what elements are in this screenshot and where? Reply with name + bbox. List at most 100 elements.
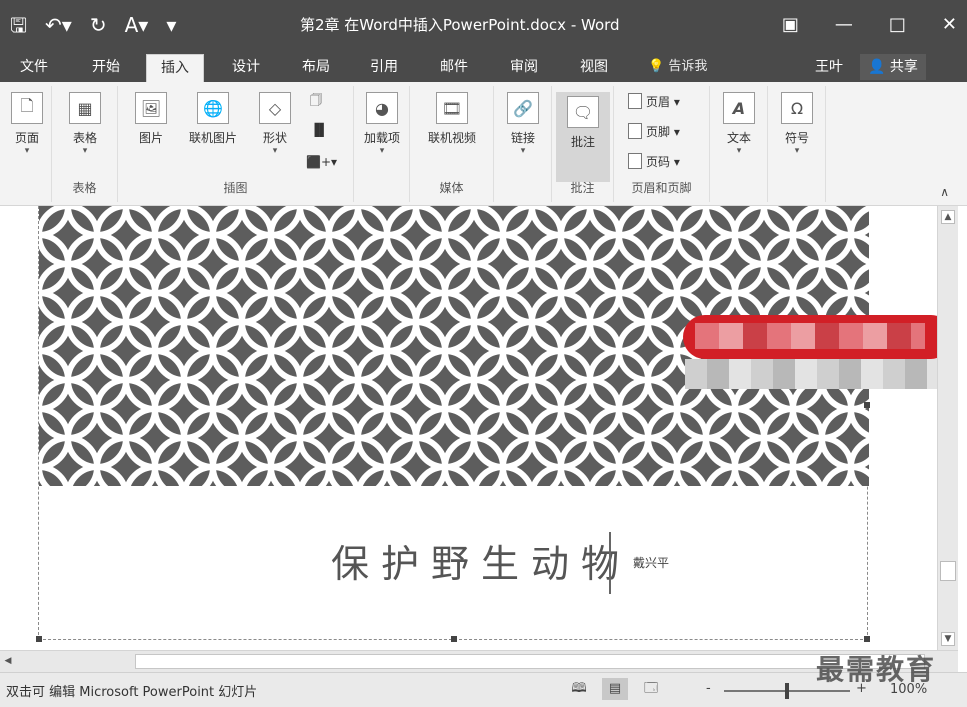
links-button[interactable]: 🔗 链接 ▾ [504, 92, 542, 156]
shapes-icon: ◇ [259, 92, 291, 124]
document-area[interactable]: 保护野生动物 戴兴平 [0, 206, 937, 650]
group-text: A 文本 ▾ [710, 86, 768, 202]
tab-references[interactable]: 引用 [356, 54, 412, 82]
share-button[interactable]: 👤 共享 [860, 54, 926, 80]
embedded-powerpoint-slide[interactable]: 保护野生动物 戴兴平 [36, 206, 870, 642]
header-label: 页眉 [646, 95, 671, 109]
title-bar: 🖫 ↶▾ ↻ A▾ ▾ 第2章 在Word中插入PowerPoint.docx … [0, 0, 967, 50]
group-addins: ◕ 加载项 ▾ [354, 86, 410, 202]
tab-review[interactable]: 审阅 [496, 54, 552, 82]
tab-mailings[interactable]: 邮件 [426, 54, 482, 82]
minimize-icon[interactable]: — [835, 8, 853, 42]
pictures-button[interactable]: 🖼 图片 [128, 92, 174, 146]
omega-icon: Ω [781, 92, 813, 124]
vertical-scrollbar[interactable]: ▲ ▼ [937, 206, 958, 650]
link-icon: 🔗 [507, 92, 539, 124]
table-label: 表格 [72, 131, 97, 145]
resize-handle[interactable] [451, 636, 457, 642]
zoom-out-button[interactable]: - [706, 681, 711, 696]
footer-button[interactable]: 页脚 ▾ [628, 122, 680, 142]
resize-handle[interactable] [36, 636, 42, 642]
tab-insert[interactable]: 插入 [146, 54, 204, 82]
text-icon: A [723, 92, 755, 124]
save-icon[interactable]: 🖫 [10, 8, 27, 42]
page-number-icon [628, 153, 642, 169]
comment-button[interactable]: 🗨 批注 [556, 92, 610, 182]
addin-icon: ◕ [366, 92, 398, 124]
tell-me-label: 告诉我 [668, 59, 708, 74]
horizontal-scrollbar[interactable]: ◀ [0, 650, 958, 672]
page-number-button[interactable]: 页码 ▾ [628, 152, 680, 172]
tab-home[interactable]: 开始 [78, 54, 134, 82]
chart-icon[interactable]: ▐▌ [310, 120, 328, 140]
text-label: 文本 [726, 131, 751, 145]
online-video-label: 联机视频 [427, 131, 476, 145]
group-tables: ▦ 表格 ▾ 表格 [52, 86, 118, 202]
online-picture-icon: 🌐 [197, 92, 229, 124]
smartart-icon[interactable]: 🗍 [310, 90, 322, 110]
undo-icon[interactable]: ↶▾ [45, 8, 72, 42]
tab-design[interactable]: 设计 [218, 54, 274, 82]
dropdown-arrow-icon: ▾ [24, 146, 30, 156]
comment-label: 批注 [570, 135, 595, 149]
window-title: 第2章 在Word中插入PowerPoint.docx - Word [300, 16, 620, 34]
resize-handle[interactable] [864, 402, 870, 408]
group-label-tables: 表格 [72, 181, 97, 195]
redacted-text [685, 359, 937, 389]
status-text: 双击可 编辑 Microsoft PowerPoint 幻灯片 [6, 685, 258, 700]
customize-qat-icon[interactable]: ▾ [166, 8, 176, 42]
online-pictures-button[interactable]: 🌐 联机图片 [180, 92, 246, 146]
footer-label: 页脚 [646, 125, 671, 139]
symbols-button[interactable]: Ω 符号 ▾ [778, 92, 816, 156]
pictures-label: 图片 [138, 131, 163, 145]
print-layout-icon[interactable]: ▤ [602, 678, 628, 700]
resize-handle[interactable] [864, 636, 870, 642]
online-video-button[interactable]: 🎞 联机视频 [420, 92, 484, 146]
dropdown-arrow-icon: ▾ [794, 146, 800, 156]
table-button[interactable]: ▦ 表格 ▾ [66, 92, 104, 156]
maximize-icon[interactable]: □ [889, 8, 906, 42]
ribbon-display-icon[interactable]: ▣ [782, 8, 799, 42]
header-icon [628, 93, 642, 109]
zoom-slider-thumb[interactable] [785, 683, 789, 699]
user-name[interactable]: 王叶 [815, 54, 843, 80]
scroll-up-icon[interactable]: ▲ [941, 210, 955, 224]
tab-file[interactable]: 文件 [6, 54, 62, 82]
scroll-left-icon[interactable]: ◀ [2, 654, 14, 668]
font-size-icon[interactable]: A▾ [125, 8, 149, 42]
quick-access-toolbar: 🖫 ↶▾ ↻ A▾ ▾ [10, 8, 176, 42]
web-layout-icon[interactable]: 🗔 [638, 678, 664, 700]
tab-layout[interactable]: 布局 [288, 54, 344, 82]
tab-view[interactable]: 视图 [566, 54, 622, 82]
dropdown-arrow-icon: ▾ [520, 146, 526, 156]
pages-button[interactable]: 🗋 页面 ▾ [8, 92, 46, 156]
dropdown-arrow-icon: ▾ [736, 146, 742, 156]
addins-button[interactable]: ◕ 加载项 ▾ [362, 92, 402, 156]
close-icon[interactable]: ✕ [942, 8, 957, 42]
group-label-media: 媒体 [439, 181, 464, 195]
read-mode-icon[interactable]: 🕮 [566, 678, 592, 700]
window-controls: ▣ — □ ✕ [782, 8, 957, 42]
pixelation-overlay [695, 323, 925, 349]
horizontal-scroll-thumb[interactable] [135, 654, 925, 669]
picture-icon: 🖼 [135, 92, 167, 124]
tell-me-box[interactable]: 💡 告诉我 [648, 54, 707, 80]
group-links: 🔗 链接 ▾ [494, 86, 552, 202]
video-icon: 🎞 [436, 92, 468, 124]
group-illustrations: 🖼 图片 🌐 联机图片 ◇ 形状 ▾ 🗍 ▐▌ ⬛+▾ 插图 [118, 86, 354, 202]
scroll-thumb[interactable] [940, 561, 956, 581]
pages-label: 页面 [14, 131, 39, 145]
slide-title: 保护野生动物 [331, 542, 632, 586]
page-number-label: 页码 [646, 155, 671, 169]
group-label-header-footer: 页眉和页脚 [631, 181, 692, 195]
scroll-down-icon[interactable]: ▼ [941, 632, 955, 646]
text-button[interactable]: A 文本 ▾ [720, 92, 758, 156]
footer-icon [628, 123, 642, 139]
redo-icon[interactable]: ↻ [90, 8, 107, 42]
shapes-button[interactable]: ◇ 形状 ▾ [252, 92, 298, 156]
collapse-ribbon-icon[interactable]: ∧ [940, 185, 949, 199]
group-pages: 🗋 页面 ▾ [2, 86, 52, 202]
online-pictures-label: 联机图片 [188, 131, 237, 145]
screenshot-icon[interactable]: ⬛+▾ [306, 152, 337, 172]
header-button[interactable]: 页眉 ▾ [628, 92, 680, 112]
